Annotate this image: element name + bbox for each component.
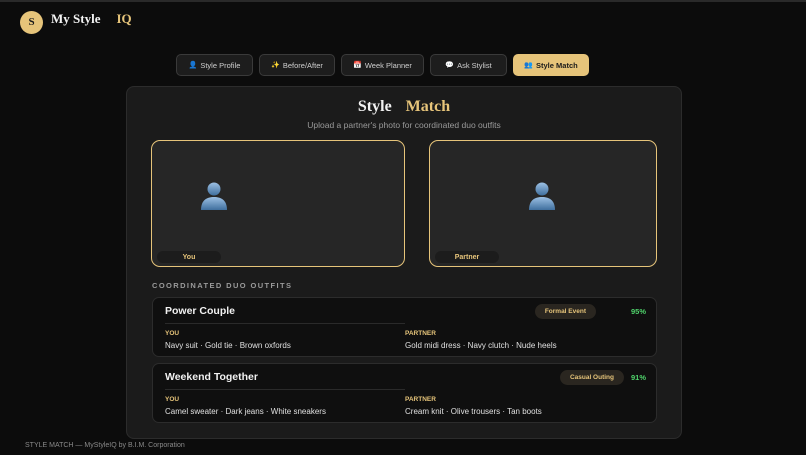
avatar[interactable]: S [20, 10, 43, 34]
divider [165, 323, 405, 324]
outfit-card[interactable]: Weekend Together Casual Outing 91% YOU C… [152, 363, 657, 423]
tab-before-after[interactable]: ✨ Before/After [259, 54, 335, 76]
people-icon: 👥 [524, 62, 534, 69]
app-header: S My Style IQ [20, 10, 132, 34]
tab-style-profile[interactable]: 👤 Style Profile [176, 54, 253, 76]
user-icon: 👤 [188, 62, 198, 69]
tab-week-planner[interactable]: 📅 Week Planner [341, 54, 424, 76]
brand-name: My Style [51, 11, 101, 26]
footer-text: STYLE MATCH — MyStyleIQ by B.I.M. Corpor… [25, 442, 185, 449]
page-title: Style Match [127, 98, 681, 116]
person-placeholder-icon [529, 182, 555, 210]
occasion-badge: Formal Event [534, 304, 596, 319]
match-score: 95% [630, 307, 646, 316]
partner-role-label: PARTNER [405, 330, 436, 337]
brand-accent: IQ [116, 11, 132, 26]
person-placeholder-icon [201, 182, 227, 210]
outfit-card[interactable]: Power Couple Formal Event 95% YOU Navy s… [152, 297, 657, 357]
you-role-label: YOU [165, 396, 180, 403]
tab-label: Before/After [282, 60, 323, 70]
title-part1: Style [357, 98, 392, 115]
section-heading: COORDINATED DUO OUTFITS [152, 281, 293, 290]
partner-photo-upload[interactable]: Partner [429, 140, 657, 267]
partner-role-label: PARTNER [405, 396, 436, 403]
sparkles-icon: ✨ [271, 62, 280, 69]
tab-bar: 👤 Style Profile ✨ Before/After 📅 Week Pl… [176, 54, 589, 76]
you-outfit-items: Camel sweater · Dark jeans · White sneak… [165, 407, 326, 416]
page-subtitle: Upload a partner's photo for coordinated… [307, 120, 501, 130]
title-part2: Match [405, 98, 451, 115]
you-outfit-items: Navy suit · Gold tie · Brown oxfords [165, 341, 291, 350]
tab-label: Style Profile [200, 60, 241, 70]
outfit-name: Power Couple [165, 305, 236, 317]
you-label: You [157, 251, 221, 263]
you-role-label: YOU [165, 330, 180, 337]
top-border [0, 0, 806, 2]
divider [165, 389, 405, 390]
occasion-badge: Casual Outing [559, 370, 624, 385]
chat-bubble-icon: 💬 [445, 62, 455, 69]
match-score: 91% [630, 373, 646, 382]
tab-style-match[interactable]: 👥 Style Match [513, 54, 589, 76]
tab-label: Style Match [536, 60, 578, 70]
tab-label: Week Planner [364, 60, 412, 70]
calendar-icon: 📅 [353, 62, 362, 69]
you-photo-upload[interactable]: You [151, 140, 405, 267]
partner-outfit-items: Gold midi dress · Navy clutch · Nude hee… [405, 341, 557, 350]
tab-label: Ask Stylist [457, 60, 492, 70]
style-match-panel: Style Match Upload a partner's photo for … [126, 86, 682, 439]
outfit-name: Weekend Together [165, 371, 258, 383]
tab-ask-stylist[interactable]: 💬 Ask Stylist [430, 54, 507, 76]
partner-label: Partner [435, 251, 499, 263]
partner-outfit-items: Cream knit · Olive trousers · Tan boots [405, 407, 542, 416]
